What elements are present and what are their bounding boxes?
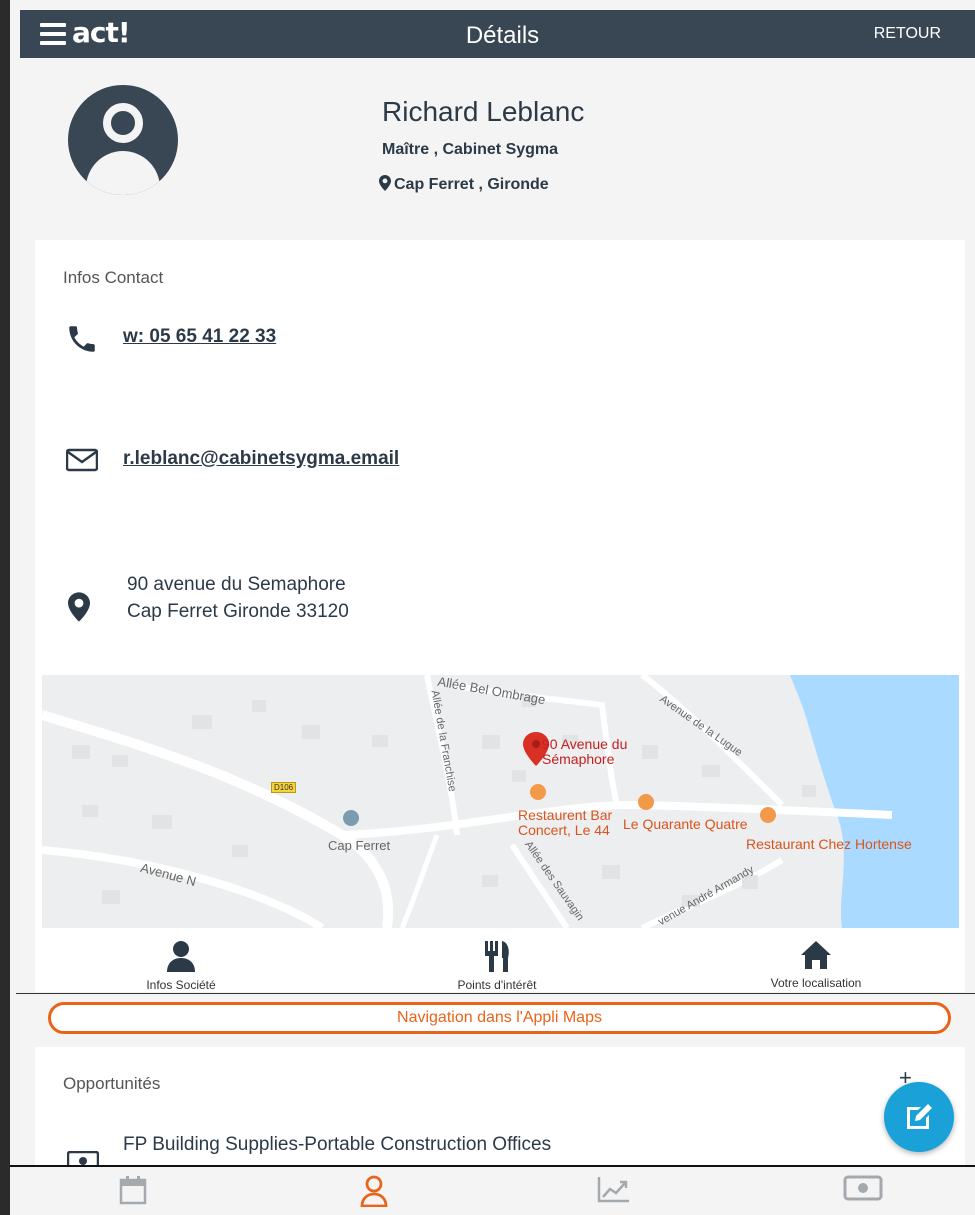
contact-section-title: Infos Contact	[63, 268, 164, 287]
avatar-body-shape	[86, 151, 160, 195]
avatar	[68, 85, 178, 195]
map-label-cap-ferret: Cap Ferret	[328, 838, 391, 853]
map-pin-label-line2: Sémaphore	[542, 751, 615, 767]
map-pin-dot	[532, 740, 540, 748]
road-d106	[341, 800, 893, 839]
section-divider	[16, 993, 975, 994]
poi-restaurant-bar-line1: Restaurent Bar	[518, 807, 613, 823]
opportunity-item[interactable]: FP Building Supplies-Portable Constructi…	[123, 1134, 551, 1156]
maps-navigation-button[interactable]: Navigation dans l'Appli Maps	[48, 1002, 951, 1034]
chart-icon[interactable]	[597, 1175, 631, 1203]
contact-location-text: Cap Ferret , Gironde	[394, 176, 549, 193]
opportunities-card: Opportunités + FP Building Supplies-Port…	[35, 1047, 965, 1165]
map-pin-label: 90 Avenue du Sémaphore	[542, 737, 627, 767]
your-location-button[interactable]: Votre localisation	[716, 930, 916, 992]
road-main	[42, 710, 394, 928]
home-icon	[801, 941, 831, 969]
contact-job: Maître , Cabinet Sygma	[382, 141, 559, 158]
bottom-navigation	[10, 1165, 975, 1215]
contact-icon[interactable]	[359, 1175, 389, 1207]
person-icon	[167, 941, 195, 972]
money-icon	[67, 1151, 99, 1165]
contact-location: Cap Ferret , Gironde	[379, 175, 549, 194]
map-pin-label-line1: 90 Avenue du	[542, 736, 628, 752]
phone-link[interactable]: w: 05 65 41 22 33	[123, 326, 276, 348]
poi-quarante-quatre[interactable]: Le Quarante Quatre	[623, 817, 748, 832]
restaurant-bar-marker	[530, 784, 546, 800]
avatar-head-shape	[103, 103, 143, 143]
poi-restaurant-bar-line2: Concert, Le 44	[518, 822, 610, 838]
address-line-2: Cap Ferret Gironde 33120	[127, 601, 349, 622]
contact-name: Richard Leblanc	[382, 96, 585, 127]
address-line-1: 90 avenue du Semaphore	[127, 574, 346, 595]
road-avenue-n	[42, 846, 325, 928]
cutlery-icon	[485, 941, 509, 972]
mail-icon	[66, 448, 98, 472]
company-info-label: Infos Société	[146, 978, 216, 992]
map-background	[42, 675, 959, 928]
edit-fab-button[interactable]	[884, 1082, 954, 1152]
map-action-bar: Infos Société Points d'intérêt Votre loc…	[35, 930, 965, 992]
calendar-icon[interactable]	[119, 1175, 147, 1205]
page-title: Détails	[465, 22, 540, 49]
location-pin-icon	[379, 175, 391, 191]
money-icon[interactable]	[843, 1175, 883, 1201]
poi-chez-hortense[interactable]: Restaurant Chez Hortense	[746, 837, 912, 852]
opportunities-section-title: Opportunités	[63, 1074, 161, 1093]
map-view[interactable]: Allée Bel Ombrage Allée de la Franchise …	[42, 675, 959, 928]
chez-hortense-marker	[760, 807, 776, 823]
cap-ferret-marker	[343, 810, 359, 826]
back-button[interactable]: RETOUR	[874, 25, 941, 43]
water-area	[790, 675, 959, 928]
address-pin-icon	[68, 592, 90, 622]
poi-label: Points d'intérêt	[457, 978, 537, 992]
email-link[interactable]: r.leblanc@cabinetsygma.email	[123, 448, 399, 470]
road-small	[399, 834, 440, 928]
quarante-quatre-marker	[638, 794, 654, 810]
top-header: act! Détails RETOUR	[20, 10, 975, 58]
contact-info-card: Infos Contact w: 05 65 41 22 33 r.leblan…	[35, 240, 965, 992]
poi-button[interactable]: Points d'intérêt	[397, 930, 597, 994]
your-location-label: Votre localisation	[770, 976, 862, 990]
edit-icon	[907, 1104, 932, 1129]
map-label-d106: D106	[271, 782, 297, 793]
phone-icon	[69, 326, 95, 352]
company-info-button[interactable]: Infos Société	[81, 930, 281, 994]
poi-restaurant-bar[interactable]: Restaurent Bar Concert, Le 44	[518, 808, 612, 838]
